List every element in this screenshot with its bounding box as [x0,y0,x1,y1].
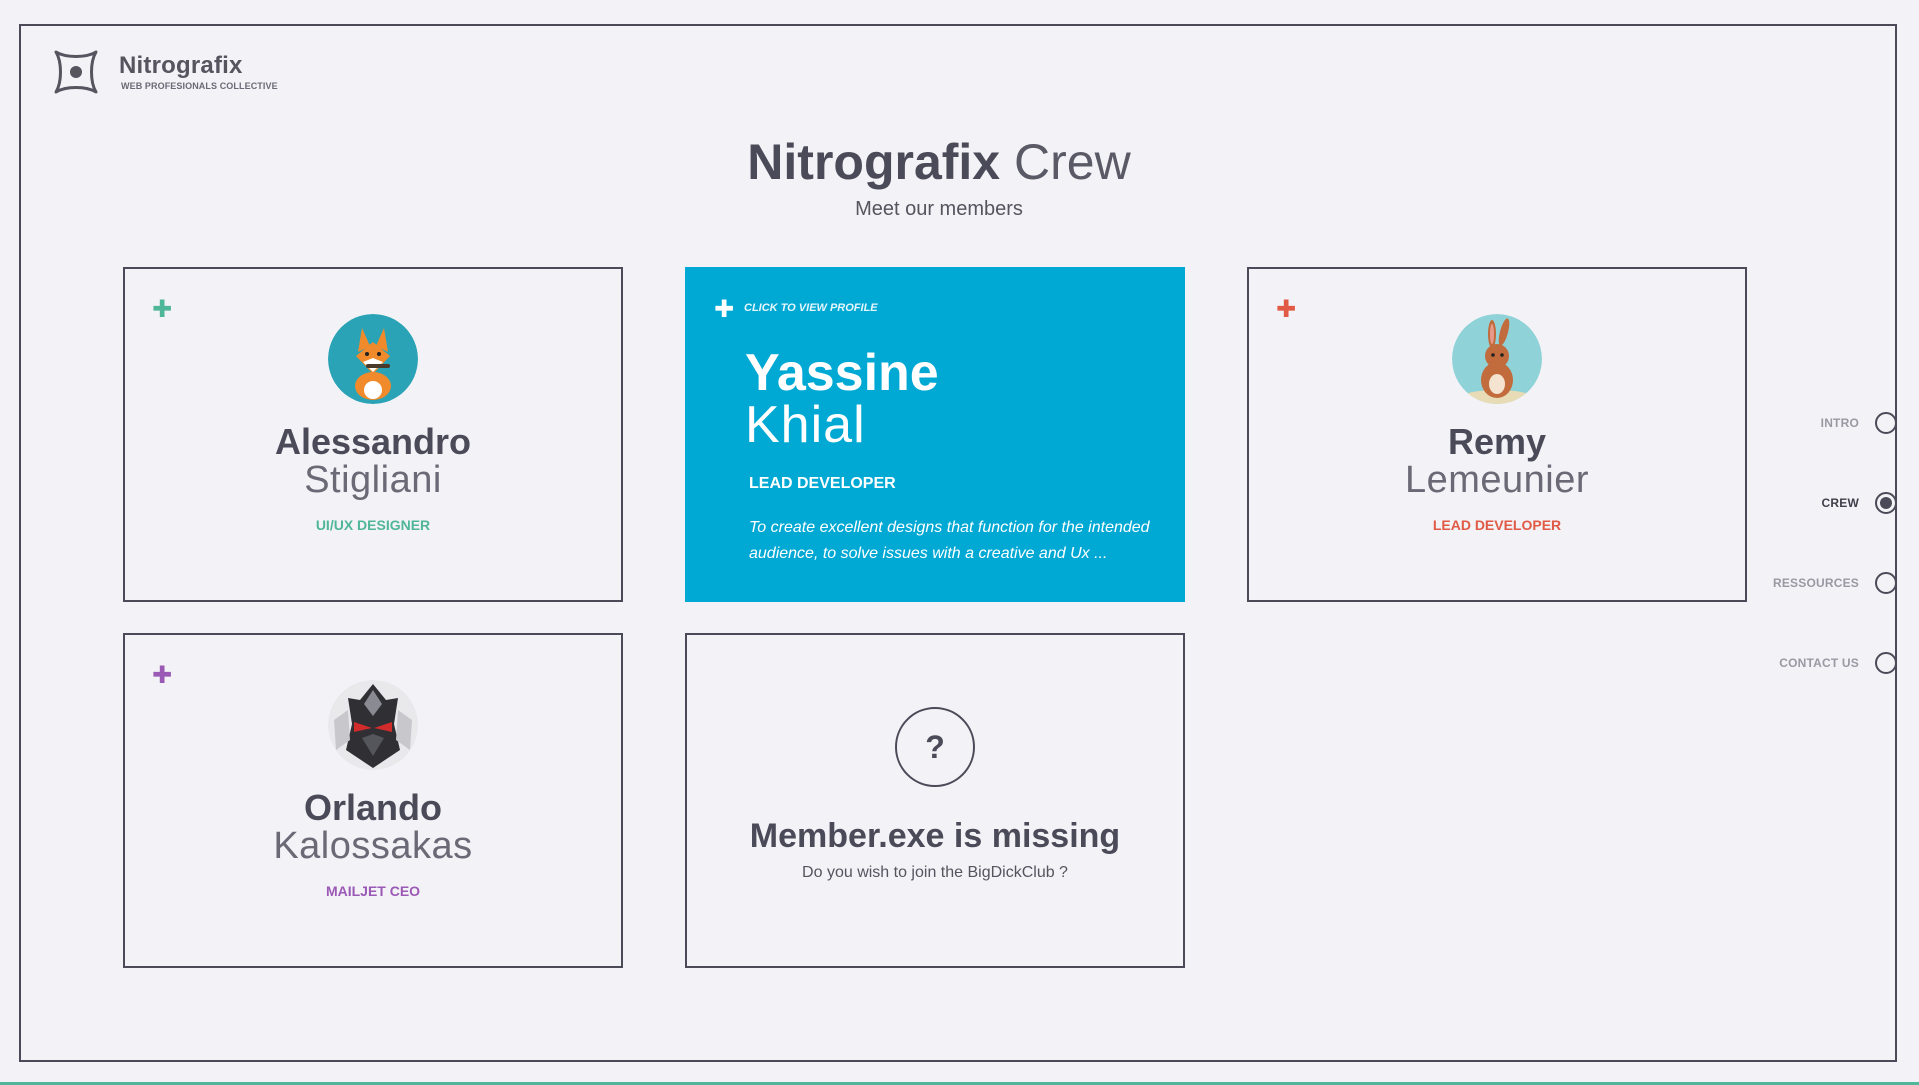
question-mark-icon: ? [895,707,975,787]
member-description: To create excellent designs that functio… [749,519,1150,562]
nav-label: INTRO [1820,416,1859,430]
brand-tagline: WEB PROFESIONALS COLLECTIVE [121,81,278,91]
logo-mark-icon [54,50,98,94]
nav-dot-icon[interactable] [1875,572,1897,594]
member-last-name: Stigliani [304,459,442,501]
fox-avatar-icon [328,314,418,404]
member-role: MAILJET CEO [325,883,421,899]
nav-item-ressources[interactable]: RESSOURCES [1773,568,1897,598]
page-title-light: Crew [1014,134,1131,190]
view-profile-hint[interactable]: CLICK TO VIEW PROFILE [744,302,878,314]
member-role: LEAD DEVELOPER [1432,517,1562,533]
brand-name: Nitrografix [119,52,243,79]
member-card-yassine[interactable]: ✚ CLICK TO VIEW PROFILE Yassine Khial LE… [685,267,1185,602]
nav-dot-icon[interactable] [1875,652,1897,674]
plus-icon[interactable]: ✚ [714,298,734,322]
missing-member-subtitle: Do you wish to join the BigDickClub ? [802,864,1068,881]
brand-logo[interactable]: Nitrografix WEB PROFESIONALS COLLECTIVE [52,48,278,96]
plus-icon[interactable]: ✚ [152,664,172,688]
member-card-remy[interactable]: ✚ Remy Lemeunier LEAD DEVELOPER [1247,267,1747,602]
member-card-missing[interactable]: ? Member.exe is missing Do you wish to j… [685,633,1185,968]
member-card-alessandro[interactable]: ✚ Alessandro Stigliani UI/UX DESIGNER [123,267,623,602]
member-card-orlando[interactable]: ✚ Orlando Kalossakas MAILJET CEO [123,633,623,968]
page-title: Nitrografix Crew [0,132,1878,192]
missing-member-title: Member.exe is missing [749,817,1121,855]
nav-item-crew[interactable]: CREW [1822,488,1897,518]
nav-dot-icon[interactable] [1875,412,1897,434]
member-role: UI/UX DESIGNER [315,517,431,533]
page-title-strong: Nitrografix [747,134,1001,190]
member-first-name: Orlando [303,787,442,828]
armored-warrior-avatar-icon [328,680,418,770]
member-role: LEAD DEVELOPER [749,475,896,492]
plus-icon[interactable]: ✚ [1276,298,1296,322]
section-heading: Nitrografix Crew Meet our members [0,132,1878,221]
member-first-name: Remy [1447,421,1547,462]
page-subtitle: Meet our members [855,198,1023,220]
plus-icon[interactable]: ✚ [152,298,172,322]
nav-label: CREW [1821,496,1859,510]
nav-dot-icon[interactable] [1875,492,1897,514]
member-first-name: Yassine [745,344,939,402]
rabbit-avatar-icon [1452,314,1542,404]
member-first-name: Alessandro [274,421,472,462]
member-last-name: Kalossakas [273,825,473,867]
nav-label: CONTACT US [1779,656,1859,670]
member-last-name: Lemeunier [1404,459,1590,501]
nav-item-contact-us[interactable]: CONTACT US [1779,648,1897,678]
member-last-name: Khial [745,396,866,454]
nav-label: RESSOURCES [1772,576,1859,590]
nav-item-intro[interactable]: INTRO [1821,408,1897,438]
